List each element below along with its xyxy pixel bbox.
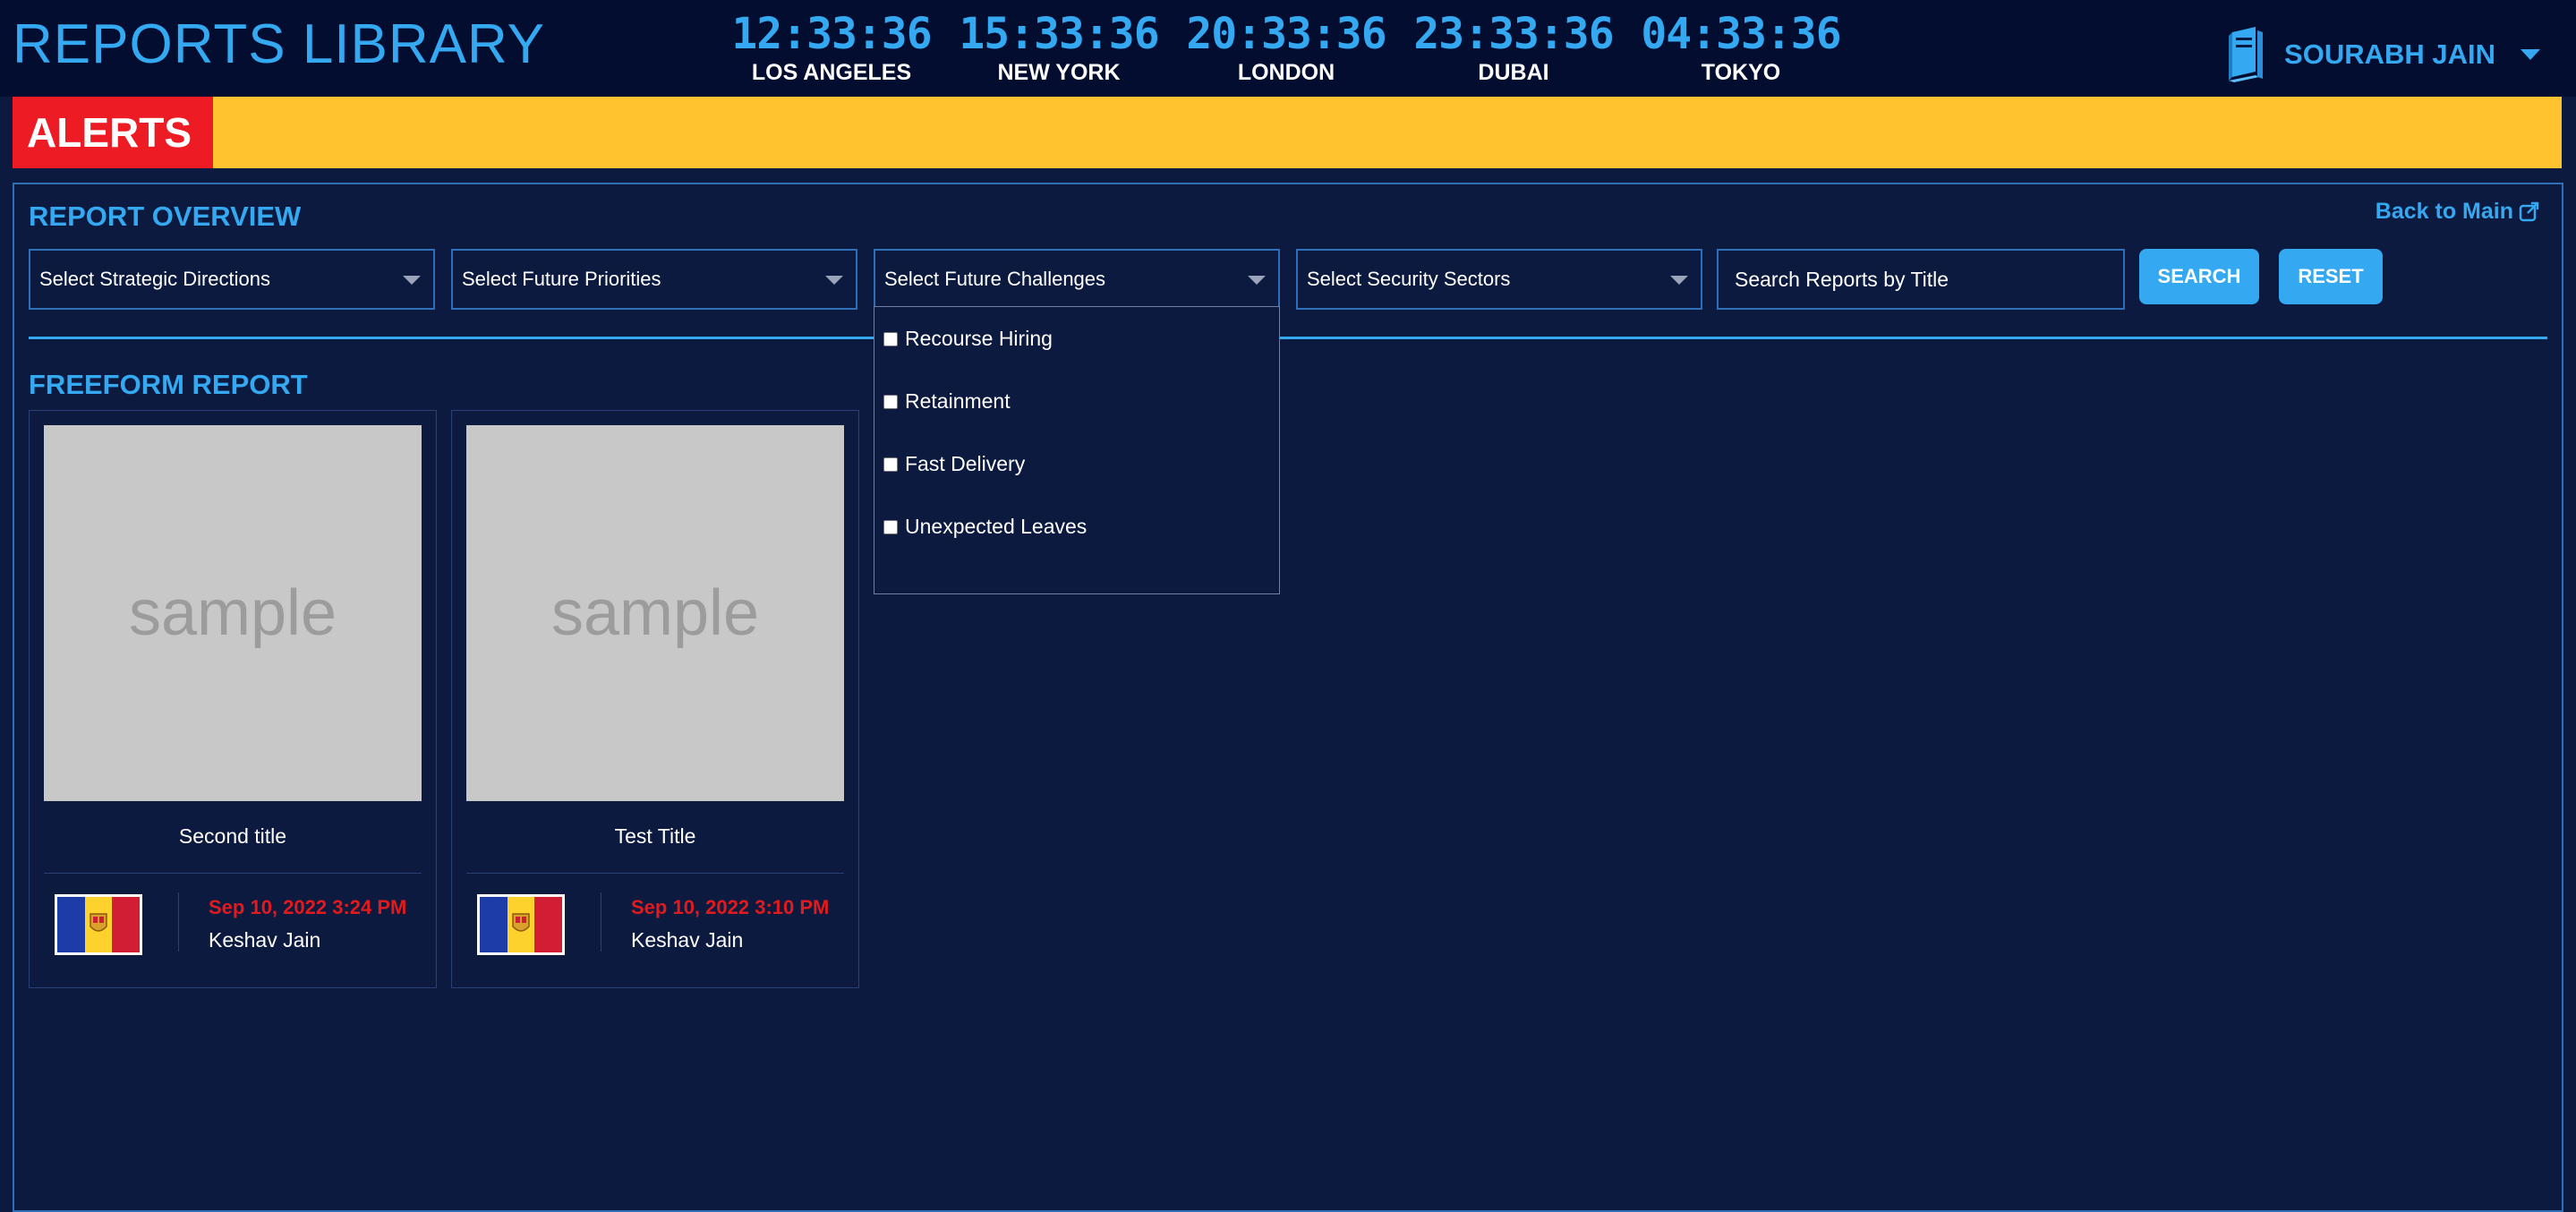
- user-menu[interactable]: SOURABH JAIN: [2223, 25, 2540, 84]
- clock-dubai: 23:33:36 DUBAI: [1411, 9, 1616, 86]
- chevron-down-icon: [403, 276, 421, 285]
- back-to-main-link[interactable]: Back to Main: [2376, 199, 2540, 225]
- option-label: Unexpected Leaves: [905, 515, 1088, 538]
- clock-tokyo: 04:33:36 TOKYO: [1638, 9, 1844, 86]
- search-input[interactable]: Search Reports by Title: [1717, 249, 2125, 310]
- andorra-flag-icon[interactable]: [55, 894, 142, 955]
- clock-london: 20:33:36 LONDON: [1183, 9, 1389, 86]
- freeform-report-title: FREEFORM REPORT: [29, 369, 308, 400]
- report-title[interactable]: Test Title: [452, 824, 858, 849]
- card-divider: [44, 873, 422, 874]
- checkbox[interactable]: [883, 394, 898, 409]
- option-recourse-hiring[interactable]: Recourse Hiring: [883, 327, 1053, 351]
- strategic-directions-select[interactable]: Select Strategic Directions: [29, 249, 435, 310]
- future-challenges-dropdown: Recourse Hiring Retainment Fast Delivery…: [874, 306, 1280, 594]
- future-challenges-select[interactable]: Select Future Challenges: [874, 249, 1280, 310]
- card-vertical-divider: [178, 892, 179, 952]
- option-unexpected-leaves[interactable]: Unexpected Leaves: [883, 515, 1087, 539]
- top-header: REPORTS LIBRARY 12:33:36 LOS ANGELES 15:…: [0, 0, 2576, 97]
- report-card[interactable]: sample Test Title Sep 10, 2022 3:10 PM K…: [451, 410, 859, 988]
- clock-city: LOS ANGELES: [751, 60, 912, 85]
- back-link-label: Back to Main: [2375, 199, 2513, 224]
- option-label: Recourse Hiring: [905, 327, 1053, 350]
- checkbox[interactable]: [883, 457, 898, 472]
- external-link-icon: [2519, 201, 2539, 221]
- chevron-down-icon: [825, 276, 843, 285]
- clock-city: LONDON: [1237, 60, 1335, 85]
- clock-time: 12:33:36: [731, 9, 932, 59]
- alerts-bar: ALERTS: [13, 97, 2562, 168]
- search-button[interactable]: SEARCH: [2139, 249, 2259, 304]
- section-divider: [29, 337, 2547, 339]
- option-label: Fast Delivery: [905, 452, 1026, 475]
- future-priorities-select[interactable]: Select Future Priorities: [451, 249, 857, 310]
- user-name[interactable]: SOURABH JAIN: [2284, 38, 2495, 71]
- clock-city: NEW YORK: [997, 60, 1121, 85]
- app-title: REPORTS LIBRARY: [13, 13, 546, 75]
- checkbox[interactable]: [883, 519, 898, 534]
- option-fast-delivery[interactable]: Fast Delivery: [883, 452, 1025, 476]
- report-title[interactable]: Second title: [30, 824, 436, 849]
- chevron-down-icon[interactable]: [2521, 49, 2540, 60]
- card-divider: [466, 873, 844, 874]
- clock-time: 15:33:36: [959, 9, 1159, 59]
- option-retainment[interactable]: Retainment: [883, 389, 1011, 414]
- select-label: Select Security Sectors: [1307, 268, 1511, 290]
- select-label: Select Future Priorities: [462, 268, 661, 290]
- select-label: Select Strategic Directions: [39, 268, 270, 290]
- report-thumbnail[interactable]: sample: [466, 425, 844, 801]
- report-thumbnail[interactable]: sample: [44, 425, 422, 801]
- alerts-label: ALERTS: [13, 97, 213, 168]
- report-author: Keshav Jain: [209, 928, 321, 952]
- report-card[interactable]: sample Second title Sep 10, 2022 3:24 PM…: [29, 410, 437, 988]
- book-icon: [2229, 27, 2264, 82]
- clock-city: DUBAI: [1478, 60, 1549, 85]
- clock-time: 04:33:36: [1641, 9, 1841, 59]
- reset-button[interactable]: RESET: [2279, 249, 2383, 304]
- report-date: Sep 10, 2022 3:24 PM: [209, 896, 407, 918]
- clock-city: TOKYO: [1701, 60, 1781, 85]
- chevron-down-icon: [1670, 276, 1688, 285]
- select-label: Select Future Challenges: [884, 268, 1106, 290]
- security-sectors-select[interactable]: Select Security Sectors: [1296, 249, 1702, 310]
- report-date: Sep 10, 2022 3:10 PM: [631, 896, 830, 918]
- checkbox[interactable]: [883, 331, 898, 346]
- clock-los-angeles: 12:33:36 LOS ANGELES: [729, 9, 934, 86]
- clock-time: 20:33:36: [1186, 9, 1386, 59]
- andorra-flag-icon[interactable]: [477, 894, 565, 955]
- report-author: Keshav Jain: [631, 928, 744, 952]
- option-label: Retainment: [905, 389, 1011, 413]
- report-panel: REPORT OVERVIEW Back to Main Select Stra…: [13, 183, 2563, 1212]
- report-overview-title: REPORT OVERVIEW: [29, 201, 302, 232]
- clock-new-york: 15:33:36 NEW YORK: [956, 9, 1162, 86]
- chevron-down-icon: [1248, 276, 1266, 285]
- clock-time: 23:33:36: [1413, 9, 1614, 59]
